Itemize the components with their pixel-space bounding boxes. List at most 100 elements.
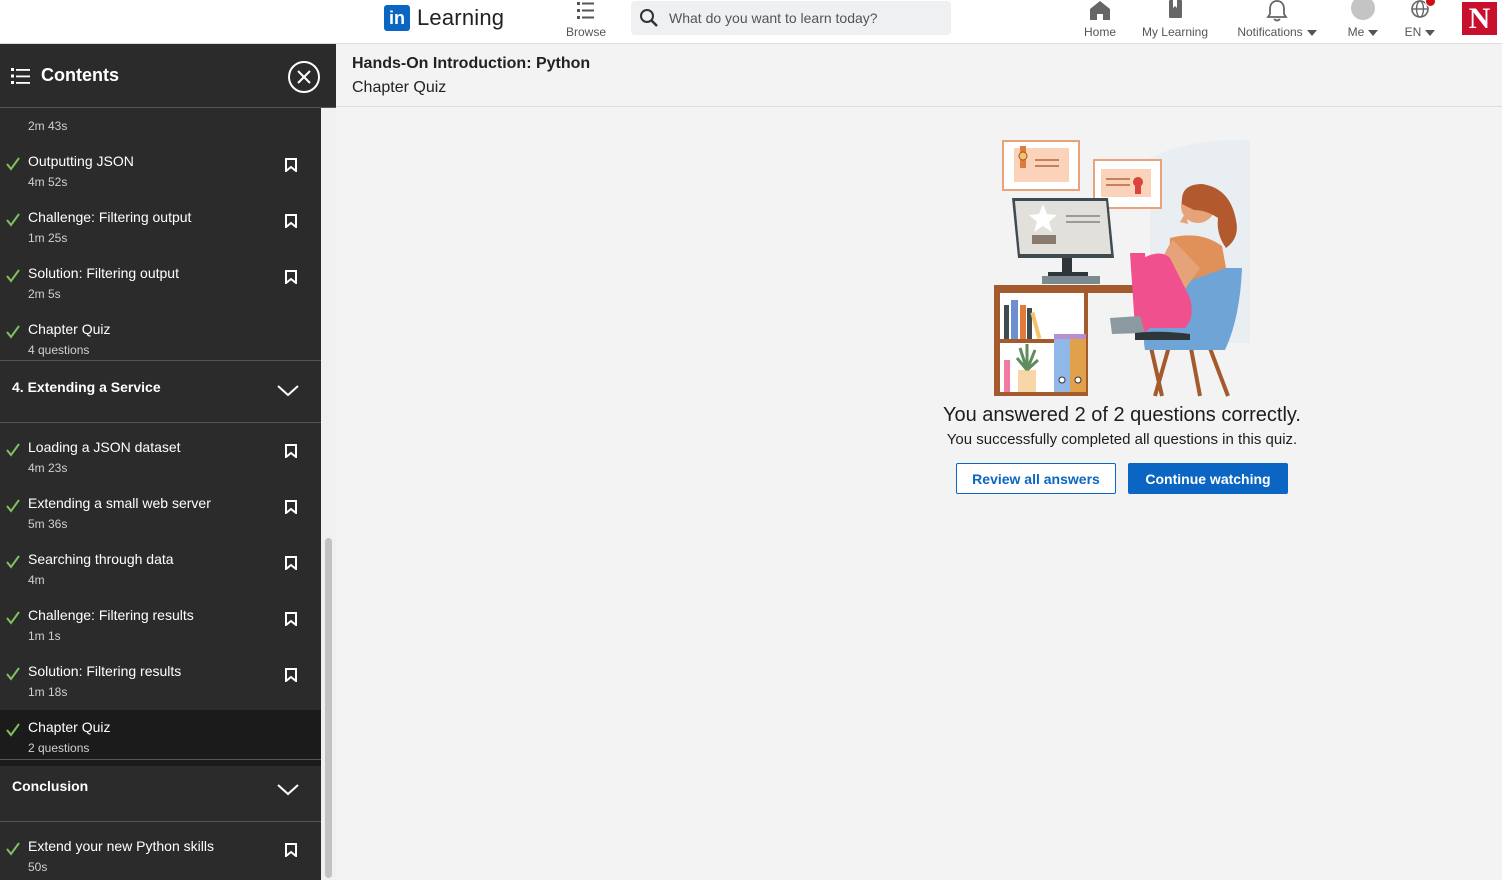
chapter-header-extending-a-service[interactable]: 4. Extending a Service <box>0 360 321 423</box>
list-item[interactable]: Loading a JSON dataset 4m 23s <box>0 430 321 486</box>
language-label: EN <box>1405 25 1436 39</box>
caret-down-icon <box>1425 29 1436 36</box>
list-item[interactable]: Searching through data 4m <box>0 542 321 598</box>
home-button[interactable]: Home <box>1077 0 1123 44</box>
bookmark-icon[interactable] <box>285 843 297 857</box>
item-title: Challenge: Filtering output <box>28 209 192 225</box>
browse-label: Browse <box>565 25 606 39</box>
item-title: Challenge: Filtering results <box>28 607 194 623</box>
item-duration: 4m 23s <box>28 461 68 475</box>
list-item-active[interactable]: Chapter Quiz 2 questions <box>0 710 321 766</box>
list-item[interactable]: Solution: Filtering results 1m 18s <box>0 654 321 710</box>
item-title: Solution: Filtering results <box>28 663 182 679</box>
item-title: Solution: Filtering output <box>28 265 179 281</box>
bookmark-icon[interactable] <box>285 500 297 514</box>
check-icon <box>6 443 20 457</box>
close-icon <box>297 70 311 84</box>
chevron-down-icon <box>277 784 299 796</box>
check-icon <box>6 213 20 227</box>
bell-icon <box>1266 0 1288 22</box>
notification-badge <box>1425 0 1436 7</box>
item-title: Extend your new Python skills <box>28 838 214 854</box>
item-duration: 2m 5s <box>28 287 61 301</box>
list-item[interactable]: Extending a small web server 5m 36s <box>0 486 321 542</box>
bookmark-icon[interactable] <box>285 214 297 228</box>
sidebar-scrollbar[interactable] <box>321 108 336 880</box>
check-icon <box>6 555 20 569</box>
check-icon <box>6 325 20 339</box>
bookmark-icon[interactable] <box>285 668 297 682</box>
home-icon <box>1090 1 1110 20</box>
search-bar[interactable] <box>631 1 951 35</box>
quiz-result-subtext: You successfully completed all questions… <box>946 431 1298 448</box>
linkedin-learning-logo[interactable]: in Learning <box>384 5 504 31</box>
contents-list-icon <box>11 67 30 84</box>
list-item[interactable]: Solution: Filtering output 2m 5s <box>0 256 321 312</box>
language-button[interactable]: EN <box>1398 0 1442 44</box>
item-duration: 2m 43s <box>28 119 68 133</box>
bookmark-icon[interactable] <box>285 444 297 458</box>
avatar <box>1351 0 1375 20</box>
item-duration: 5m 36s <box>28 517 68 531</box>
item-title: Searching through data <box>28 551 174 567</box>
notifications-label: Notifications <box>1237 25 1317 39</box>
item-duration: 1m 18s <box>28 685 68 699</box>
item-duration: 4m 52s <box>28 175 68 189</box>
review-answers-button[interactable]: Review all answers <box>956 463 1116 494</box>
item-title: Loading a JSON dataset <box>28 439 181 455</box>
quiz-complete-illustration <box>994 139 1250 397</box>
sidebar-header: Contents <box>0 44 336 108</box>
sidebar-title: Contents <box>41 65 119 85</box>
list-item[interactable]: Challenge: Filtering output 1m 25s <box>0 200 321 256</box>
item-title: Chapter Quiz <box>28 321 111 337</box>
home-label: Home <box>1083 25 1116 39</box>
caret-down-icon <box>1306 29 1317 36</box>
list-item[interactable]: 2m 43s <box>0 108 321 144</box>
close-sidebar-button[interactable] <box>288 61 320 93</box>
me-label: Me <box>1348 25 1379 39</box>
caret-down-icon <box>1368 29 1379 36</box>
course-title: Hands-On Introduction: Python <box>352 55 591 72</box>
institution-logo[interactable]: N <box>1462 2 1497 35</box>
continue-watching-button[interactable]: Continue watching <box>1128 463 1288 494</box>
bookmark-icon[interactable] <box>285 158 297 172</box>
my-learning-button[interactable]: My Learning <box>1137 0 1213 44</box>
check-icon <box>6 269 20 283</box>
list-icon <box>577 2 594 19</box>
item-duration: 50s <box>28 860 48 874</box>
quiz-result-text: You answered 2 of 2 questions correctly. <box>943 404 1301 426</box>
logo-text: Learning <box>417 5 505 30</box>
section-title: Chapter Quiz <box>352 79 447 96</box>
check-icon <box>6 667 20 681</box>
chapter-header-conclusion[interactable]: Conclusion <box>0 759 321 822</box>
check-icon <box>6 499 20 513</box>
list-item[interactable]: Extend your new Python skills 50s <box>0 829 321 880</box>
contents-sidebar: Contents 2m 43s Outputting JSON 4m 52s C… <box>0 44 336 880</box>
content-header: Hands-On Introduction: Python Chapter Qu… <box>336 44 1502 107</box>
bookmark-icon[interactable] <box>285 612 297 626</box>
browse-button[interactable]: Browse <box>561 0 611 44</box>
check-icon <box>6 842 20 856</box>
linkedin-logo-icon: in <box>384 5 410 31</box>
list-item[interactable]: Outputting JSON 4m 52s <box>0 144 321 200</box>
bookmark-icon[interactable] <box>285 556 297 570</box>
item-question-count: 2 questions <box>28 741 90 755</box>
item-question-count: 4 questions <box>28 343 90 357</box>
notifications-button[interactable]: Notifications <box>1232 0 1322 44</box>
item-duration: 1m 25s <box>28 231 68 245</box>
search-input[interactable] <box>669 10 939 26</box>
list-item[interactable]: Challenge: Filtering results 1m 1s <box>0 598 321 654</box>
my-learning-label: My Learning <box>1141 25 1209 39</box>
bookmark-icon[interactable] <box>285 270 297 284</box>
check-icon <box>6 157 20 171</box>
check-icon <box>6 611 20 625</box>
contents-list: 2m 43s Outputting JSON 4m 52s Challenge:… <box>0 108 321 880</box>
item-title: Extending a small web server <box>28 495 211 511</box>
bookmark-book-icon <box>1169 0 1182 18</box>
chevron-down-icon <box>277 385 299 397</box>
scrollbar-thumb[interactable] <box>325 538 332 878</box>
chapter-title: Conclusion <box>12 778 89 794</box>
me-button[interactable]: Me <box>1340 0 1386 44</box>
item-title: Chapter Quiz <box>28 719 111 735</box>
item-duration: 4m <box>28 573 45 587</box>
